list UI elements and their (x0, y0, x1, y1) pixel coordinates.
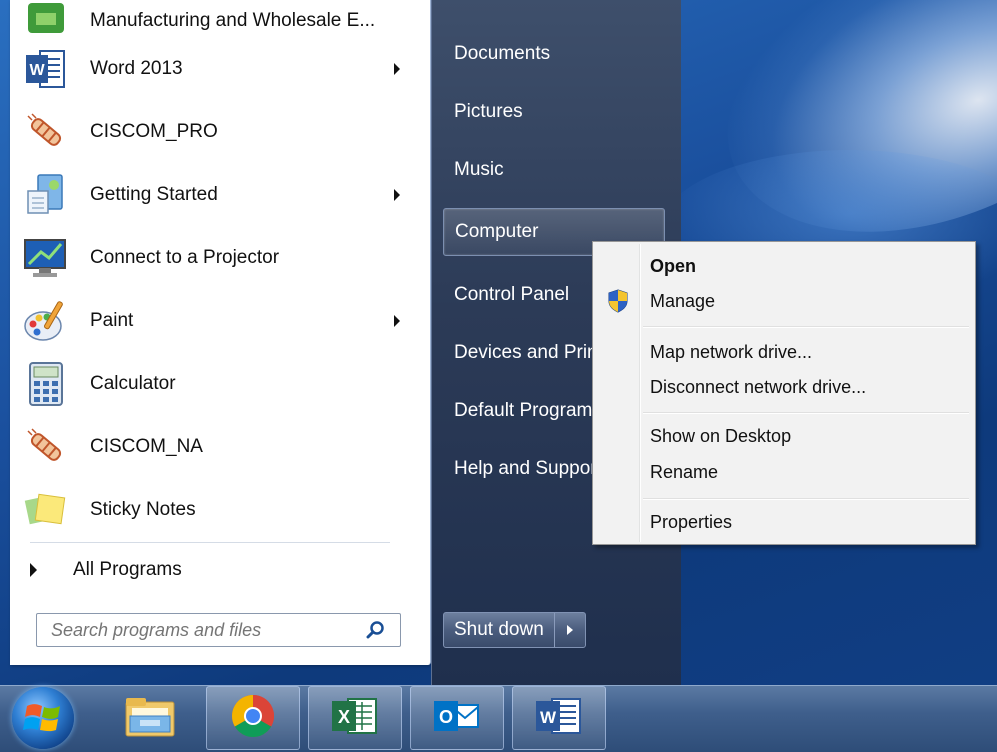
shutdown-button[interactable]: Shut down (444, 613, 555, 647)
svg-text:X: X (338, 707, 350, 727)
programs-divider (30, 542, 390, 543)
places-link-music[interactable]: Music (443, 148, 665, 192)
context-item-manage[interactable]: Manage (597, 285, 971, 317)
places-link-label: Help and Support (454, 458, 602, 479)
program-label: Connect to a Projector (90, 247, 280, 268)
program-item-sticky-notes[interactable]: Sticky Notes (10, 481, 410, 539)
ciscom-pen-icon (20, 421, 72, 473)
chrome-icon (230, 693, 276, 744)
calculator-icon (20, 358, 72, 410)
uac-shield-icon (605, 288, 631, 314)
start-menu: Manufacturing and Wholesale E... W Word … (0, 0, 690, 685)
excel-icon: X (330, 693, 380, 744)
all-programs-button[interactable]: All Programs (30, 553, 410, 587)
submenu-arrow-icon[interactable] (394, 189, 400, 201)
context-menu-separator (643, 412, 969, 414)
shutdown-button-group: Shut down (443, 612, 586, 648)
shutdown-options-button[interactable] (555, 613, 585, 647)
sticky-notes-icon (20, 484, 72, 536)
program-item-paint[interactable]: Paint (10, 292, 410, 350)
context-item-rename[interactable]: Rename (597, 456, 971, 488)
search-icon[interactable] (362, 616, 390, 644)
svg-text:W: W (540, 708, 557, 727)
all-programs-label: All Programs (73, 559, 182, 580)
program-label: CISCOM_PRO (90, 121, 218, 142)
program-label: Word 2013 (90, 58, 183, 79)
submenu-arrow-icon[interactable] (394, 63, 400, 75)
search-input[interactable] (49, 615, 362, 645)
context-menu: Open Manage Map network drive... Disconn… (592, 241, 976, 545)
program-label: CISCOM_NA (90, 436, 203, 457)
svg-text:O: O (439, 707, 453, 727)
context-item-label: Disconnect network drive... (650, 376, 867, 397)
taskbar-excel[interactable]: X (308, 686, 402, 750)
places-link-pictures[interactable]: Pictures (443, 90, 665, 134)
context-menu-separator (643, 326, 969, 328)
context-item-open[interactable]: Open (597, 250, 971, 282)
projector-icon (20, 232, 72, 284)
context-item-label: Map network drive... (650, 341, 813, 362)
taskbar-file-explorer[interactable] (104, 686, 196, 748)
expand-arrow-icon (30, 563, 37, 577)
program-label: Getting Started (90, 184, 218, 205)
word-icon: W (534, 693, 584, 744)
places-link-documents[interactable]: Documents (443, 32, 665, 76)
context-item-label: Properties (650, 511, 733, 532)
program-label: Paint (90, 310, 134, 331)
places-link-label: Computer (455, 221, 539, 242)
program-item-ciscom-pro[interactable]: CISCOM_PRO (10, 103, 410, 161)
context-item-label: Rename (650, 461, 719, 482)
windows-orb-icon[interactable] (12, 687, 74, 749)
paint-palette-icon (20, 295, 72, 347)
taskbar-word[interactable]: W (512, 686, 606, 750)
file-explorer-icon (122, 690, 178, 745)
context-item-show-on-desktop[interactable]: Show on Desktop (597, 420, 971, 452)
context-item-properties[interactable]: Properties (597, 506, 971, 538)
program-item-connect-projector[interactable]: Connect to a Projector (10, 229, 410, 287)
submenu-arrow-icon[interactable] (394, 315, 400, 327)
outlook-icon: O (432, 693, 482, 744)
context-item-label: Show on Desktop (650, 425, 792, 446)
places-link-label: Default Programs (454, 400, 602, 421)
ciscom-pen-icon (20, 106, 72, 158)
context-item-map-network-drive[interactable]: Map network drive... (597, 336, 971, 368)
program-item-word-2013[interactable]: W Word 2013 (10, 40, 410, 98)
program-label: Calculator (90, 373, 176, 394)
search-box[interactable] (36, 613, 401, 647)
program-label: Manufacturing and Wholesale E... (90, 10, 376, 31)
context-item-label: Open (650, 255, 697, 276)
program-item-ciscom-na[interactable]: CISCOM_NA (10, 418, 410, 476)
places-link-label: Pictures (454, 101, 523, 122)
places-link-label: Control Panel (454, 284, 570, 305)
program-item-calculator[interactable]: Calculator (10, 355, 410, 413)
taskbar-outlook[interactable]: O (410, 686, 504, 750)
places-link-label: Music (454, 159, 504, 180)
svg-text:W: W (29, 62, 45, 79)
program-item-getting-started[interactable]: Getting Started (10, 166, 410, 224)
context-menu-separator (643, 498, 969, 500)
word-icon: W (20, 43, 72, 95)
program-label: Sticky Notes (90, 499, 196, 520)
taskbar-chrome[interactable] (206, 686, 300, 750)
chevron-right-icon (566, 625, 573, 635)
places-link-label: Documents (454, 43, 551, 64)
getting-started-icon (20, 169, 72, 221)
context-item-label: Manage (650, 290, 716, 311)
context-item-disconnect-network-drive[interactable]: Disconnect network drive... (597, 371, 971, 403)
